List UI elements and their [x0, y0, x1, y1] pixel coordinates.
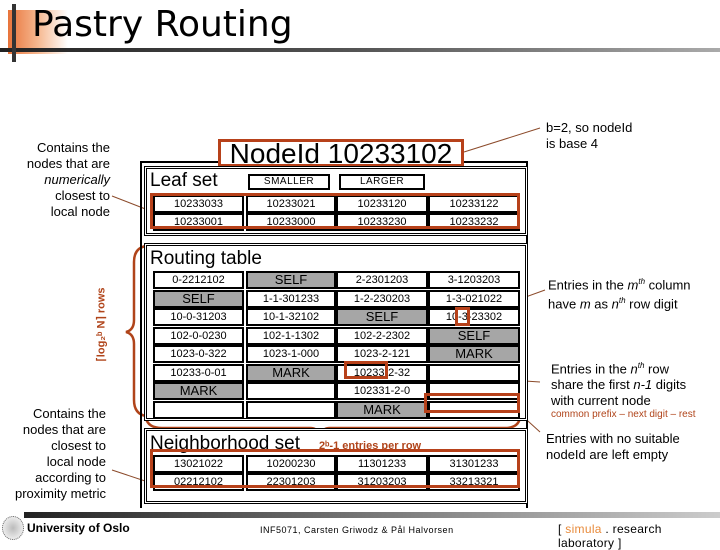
- routing-entry: 0-2212102: [153, 271, 244, 289]
- routing-entry: 102331-2-0: [336, 382, 428, 400]
- footer-bar: [24, 512, 720, 518]
- routing-entry: 102-2-2302: [336, 326, 428, 345]
- leaf-set-highlight: [150, 193, 520, 229]
- neighborhood-highlight: [150, 449, 520, 488]
- routing-table-title: Routing table: [150, 248, 262, 269]
- routing-entry: 3-1203203: [428, 271, 520, 289]
- footer-university: University of Oslo: [27, 521, 130, 535]
- routing-entry: 1-3-021022: [428, 289, 520, 308]
- routing-entry: 2-2301203: [336, 271, 428, 289]
- nodeid-title: NodeId 10233102: [218, 139, 464, 168]
- routing-self-entry: SELF: [428, 326, 520, 345]
- leaf-set-title: Leaf set: [150, 170, 218, 191]
- empty-entry-highlight: [424, 393, 520, 413]
- neighborhood-note: Contains the nodes that are closest to l…: [14, 406, 106, 501]
- routing-mark-entry: MARK: [246, 363, 336, 382]
- footer-lab: [ simula . research laboratory ]: [558, 522, 662, 550]
- prefix-hint: common prefix – next digit – rest: [551, 409, 696, 420]
- leaf-set-note: Contains the nodes that are numerically …: [26, 140, 110, 219]
- routing-mark-entry: MARK: [153, 382, 244, 400]
- row-note: Entries in the nth row share the first n…: [551, 361, 687, 409]
- routing-mark-entry: MARK: [336, 400, 428, 419]
- routing-entry: 10-1-32102: [246, 308, 336, 326]
- column-digit-highlight: [455, 307, 470, 326]
- larger-header: LARGER: [339, 174, 425, 190]
- routing-entry: 1023-1-000: [246, 345, 336, 363]
- routing-entry: 102-0-0230: [153, 326, 244, 345]
- university-logo-icon: [2, 516, 24, 540]
- routing-empty-entry: [246, 382, 336, 400]
- smaller-header: SMALLER: [248, 174, 330, 190]
- routing-entry: 1-2-230203: [336, 289, 428, 308]
- base-note-line: [463, 127, 541, 153]
- routing-mark-entry: MARK: [428, 345, 520, 363]
- base-note: b=2, so nodeId is base 4: [546, 120, 633, 151]
- empty-note: Entries with no suitable nodeId are left…: [546, 431, 680, 462]
- rows-count-label: ⌈log₂ᵇ N⌉ rows: [95, 287, 108, 362]
- column-note: Entries in the mth column have m as nth …: [548, 277, 691, 312]
- routing-entry: 10-3-23302: [428, 308, 520, 326]
- routing-self-entry: SELF: [336, 308, 428, 326]
- routing-empty-entry: [153, 400, 244, 419]
- routing-entry: 102-1-1302: [246, 326, 336, 345]
- routing-entry: 10233-0-01: [153, 363, 244, 382]
- footer-course: INF5071, Carsten Griwodz & Pål Halvorsen: [260, 525, 454, 535]
- routing-entry: 1-1-301233: [246, 289, 336, 308]
- routing-empty-entry: [428, 363, 520, 382]
- routing-self-entry: SELF: [246, 271, 336, 289]
- routing-empty-entry: [246, 400, 336, 419]
- prefix-highlight: [344, 361, 388, 379]
- routing-entry: 1023-0-322: [153, 345, 244, 363]
- routing-self-entry: SELF: [153, 289, 244, 308]
- routing-entry: 10-0-31203: [153, 308, 244, 326]
